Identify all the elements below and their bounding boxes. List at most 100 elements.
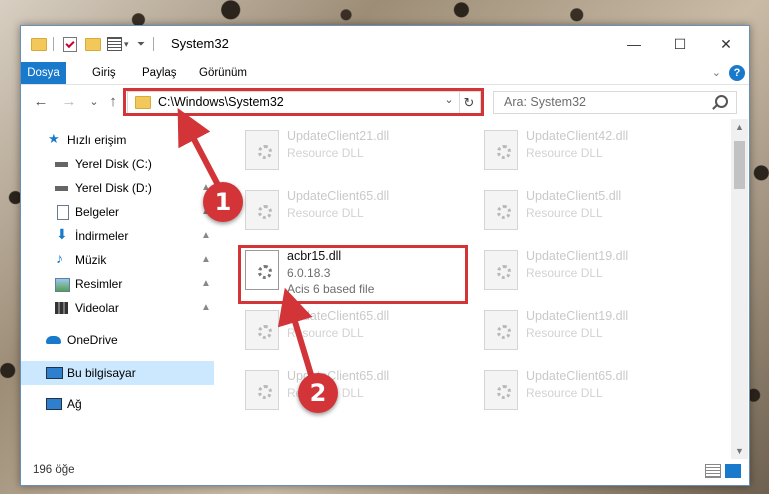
gear-icon xyxy=(497,205,511,219)
scroll-down-arrow-icon[interactable]: ▼ xyxy=(731,446,748,456)
gear-icon xyxy=(258,145,272,159)
pin-icon: ▲ xyxy=(201,278,211,289)
sidebar-item-music[interactable]: ♪ Müzik ▲ xyxy=(21,249,214,271)
dll-file-icon xyxy=(484,310,518,350)
sidebar-item-local-disk-c[interactable]: Yerel Disk (C:) xyxy=(21,153,214,175)
close-button[interactable]: ✕ xyxy=(703,26,749,62)
window-title: System32 xyxy=(171,36,229,51)
tab-share[interactable]: Paylaş xyxy=(142,62,177,84)
file-name: UpdateClient65.dll xyxy=(526,369,629,383)
file-name: UpdateClient65.dll xyxy=(287,189,390,203)
file-tile[interactable]: UpdateClient65.dll Resource DLL xyxy=(239,186,459,238)
dll-file-icon xyxy=(245,190,279,230)
file-name: UpdateClient5.dll xyxy=(526,189,622,203)
pictures-icon xyxy=(55,278,70,292)
sidebar-item-quick-access[interactable]: ★ Hızlı erişim xyxy=(21,129,214,151)
file-tile[interactable]: UpdateClient5.dll Resource DLL xyxy=(478,186,698,238)
file-description: Resource DLL xyxy=(287,146,364,160)
file-explorer-window: ▾ ⏷ System32 — ☐ ✕ Dosya Giriş Paylaş Gö… xyxy=(20,25,750,486)
file-description: Resource DLL xyxy=(526,206,603,220)
properties-icon[interactable]: ▾ xyxy=(107,36,129,52)
navigation-bar: ← → ⌄ ↑ C:\Windows\System32 ⌄ ↻ Ara: Sys… xyxy=(21,85,749,119)
dll-file-icon xyxy=(245,370,279,410)
file-highlight-box xyxy=(238,245,468,304)
large-icons-view-icon[interactable] xyxy=(725,464,741,478)
step-2-badge: 2 xyxy=(298,373,338,413)
file-tile[interactable]: UpdateClient65.dll Resource DLL xyxy=(239,366,459,418)
dll-file-icon xyxy=(245,130,279,170)
computer-icon xyxy=(46,367,63,379)
back-button[interactable]: ← xyxy=(30,91,52,113)
sidebar-item-documents[interactable]: Belgeler ▲ xyxy=(21,201,214,223)
pin-icon: ▲ xyxy=(201,230,211,241)
file-tile[interactable]: UpdateClient19.dll Resource DLL xyxy=(478,246,698,298)
sidebar-item-label: Bu bilgisayar xyxy=(67,366,136,380)
status-bar: 196 öğe xyxy=(21,459,749,483)
videos-icon xyxy=(55,302,68,314)
file-description: Resource DLL xyxy=(526,146,603,160)
sidebar-item-label: Yerel Disk (C:) xyxy=(75,157,152,171)
sidebar-item-label: İndirmeler xyxy=(75,229,129,243)
properties-check-icon[interactable] xyxy=(63,36,77,52)
search-box[interactable]: Ara: System32 xyxy=(493,91,737,114)
sidebar-item-this-pc[interactable]: Bu bilgisayar xyxy=(21,361,214,385)
sidebar-item-label: Belgeler xyxy=(75,205,120,219)
sidebar-item-network[interactable]: Ağ xyxy=(21,393,214,415)
title-bar: ▾ ⏷ System32 — ☐ ✕ xyxy=(21,26,749,62)
star-icon: ★ xyxy=(48,131,60,146)
dll-file-icon xyxy=(245,310,279,350)
search-icon[interactable] xyxy=(715,95,728,108)
navigation-pane: ★ Hızlı erişim Yerel Disk (C:) Yerel Dis… xyxy=(21,119,214,459)
gear-icon xyxy=(497,265,511,279)
scroll-up-arrow-icon[interactable]: ▲ xyxy=(731,122,748,132)
sidebar-item-label: Ağ xyxy=(67,397,82,411)
sidebar-item-label: OneDrive xyxy=(67,333,118,347)
file-name: UpdateClient42.dll xyxy=(526,129,629,143)
file-tile[interactable]: UpdateClient42.dll Resource DLL xyxy=(478,126,698,178)
details-view-icon[interactable] xyxy=(705,464,721,478)
sidebar-item-label: Resimler xyxy=(75,277,123,291)
file-list: UpdateClient21.dll Resource DLL UpdateCl… xyxy=(215,119,731,459)
customize-toolbar-icon[interactable]: ⏷ xyxy=(137,36,145,52)
search-input[interactable]: Ara: System32 xyxy=(504,95,586,109)
file-description: Resource DLL xyxy=(287,206,364,220)
ribbon: Dosya Giriş Paylaş Görünüm ⌄ ? xyxy=(21,62,749,85)
pin-icon: ▲ xyxy=(201,254,211,265)
file-description: Resource DLL xyxy=(526,266,603,280)
file-tile[interactable]: UpdateClient65.dll Resource DLL xyxy=(478,366,698,418)
music-icon: ♪ xyxy=(56,250,63,266)
sidebar-item-local-disk-d[interactable]: Yerel Disk (D:) ▲ xyxy=(21,177,214,199)
forward-button[interactable]: → xyxy=(58,91,80,113)
file-tile[interactable]: UpdateClient19.dll Resource DLL xyxy=(478,306,698,358)
file-tile[interactable]: UpdateClient21.dll Resource DLL xyxy=(239,126,459,178)
file-description: Resource DLL xyxy=(526,326,603,340)
minimize-button[interactable]: — xyxy=(611,26,657,62)
item-count: 196 öğe xyxy=(33,464,75,476)
gear-icon xyxy=(258,325,272,339)
gear-icon xyxy=(497,325,511,339)
sidebar-item-onedrive[interactable]: OneDrive xyxy=(21,329,214,351)
cloud-icon xyxy=(46,336,61,344)
vertical-scrollbar[interactable]: ▲ ▼ xyxy=(731,119,748,459)
new-folder-icon[interactable] xyxy=(85,36,101,52)
file-tile[interactable]: UpdateClient65.dll Resource DLL xyxy=(239,306,459,358)
up-button[interactable]: ↑ xyxy=(102,91,124,113)
ribbon-collapse-icon[interactable]: ⌄ xyxy=(712,66,721,79)
download-icon: ⬇ xyxy=(56,226,68,242)
gear-icon xyxy=(258,205,272,219)
tab-home[interactable]: Giriş xyxy=(92,62,116,84)
sidebar-item-downloads[interactable]: ⬇ İndirmeler ▲ xyxy=(21,225,214,247)
maximize-button[interactable]: ☐ xyxy=(657,26,703,62)
tab-view[interactable]: Görünüm xyxy=(199,62,247,84)
sidebar-item-pictures[interactable]: Resimler ▲ xyxy=(21,273,214,295)
file-name: UpdateClient65.dll xyxy=(287,309,390,323)
scroll-thumb[interactable] xyxy=(734,141,745,189)
tab-file[interactable]: Dosya xyxy=(21,62,66,84)
gear-icon xyxy=(497,145,511,159)
sidebar-item-label: Müzik xyxy=(75,253,107,267)
gear-icon xyxy=(497,385,511,399)
sidebar-item-videos[interactable]: Videolar ▲ xyxy=(21,297,214,319)
documents-icon xyxy=(57,205,69,220)
help-icon[interactable]: ? xyxy=(729,65,745,81)
separator xyxy=(153,36,154,52)
